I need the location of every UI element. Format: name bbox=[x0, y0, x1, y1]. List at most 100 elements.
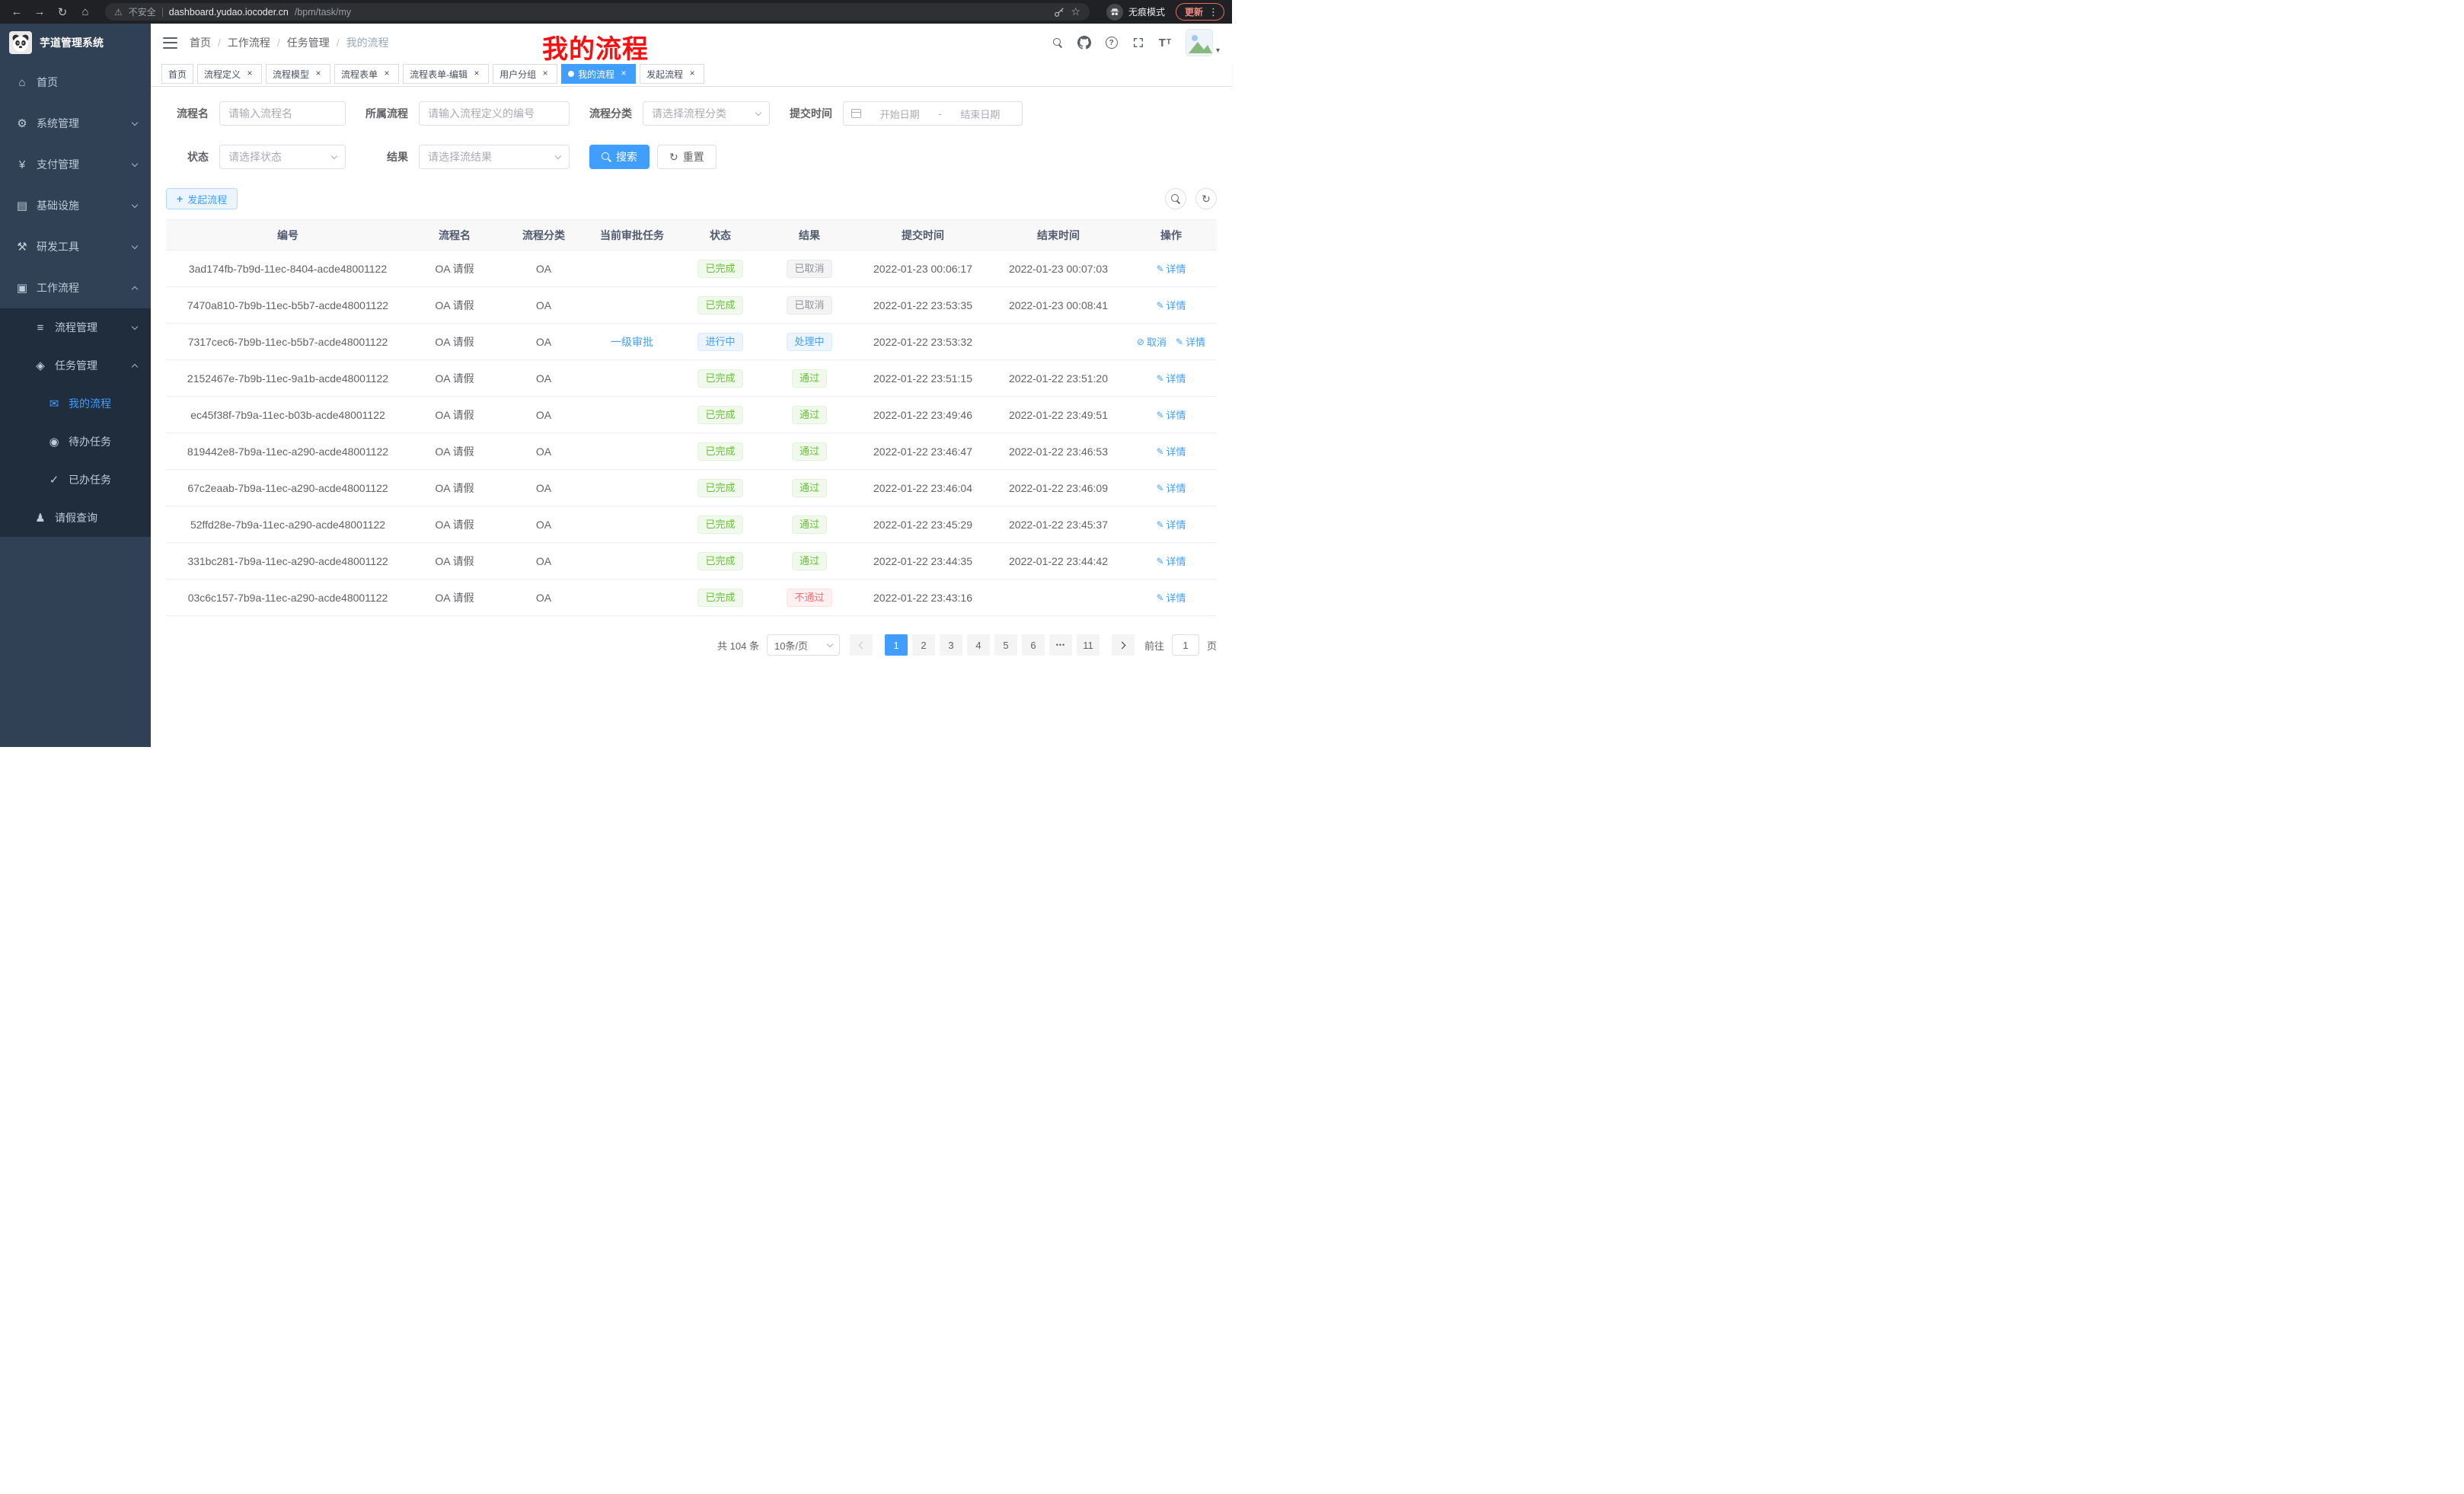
tab-label: 流程模型 bbox=[273, 68, 309, 81]
breadcrumb-item[interactable]: 首页 bbox=[190, 35, 211, 50]
row-detail-button[interactable]: ✎详情 bbox=[1156, 480, 1186, 495]
tab-1[interactable]: 流程定义× bbox=[197, 64, 262, 84]
sidebar-item-payment-mgmt[interactable]: ¥支付管理 bbox=[0, 144, 151, 185]
page-size-select[interactable]: 10条/页 bbox=[767, 634, 840, 656]
tab-2[interactable]: 流程模型 × bbox=[266, 64, 330, 84]
row-detail-button[interactable]: ✎详情 bbox=[1156, 554, 1186, 568]
breadcrumb-item[interactable]: 工作流程 bbox=[228, 35, 270, 50]
cell-submit-time: 2022-01-22 23:45:29 bbox=[854, 506, 991, 543]
pager-page-button[interactable]: 3 bbox=[940, 634, 962, 656]
user-avatar[interactable]: ▾ bbox=[1186, 29, 1220, 56]
browser-forward-icon[interactable]: → bbox=[30, 5, 49, 18]
pager-page-button[interactable]: 1 bbox=[885, 634, 908, 656]
create-process-button[interactable]: + 发起流程 bbox=[166, 188, 238, 209]
sidebar-item-label: 待办任务 bbox=[69, 434, 137, 449]
cell-process-name: OA 请假 bbox=[410, 251, 500, 287]
process-definition-input[interactable] bbox=[419, 101, 570, 126]
row-detail-button[interactable]: ✎详情 bbox=[1156, 298, 1186, 312]
status-select[interactable]: 请选择状态 bbox=[219, 145, 346, 169]
cell-category: OA bbox=[500, 397, 588, 433]
cell-id: 52ffd28e-7b9a-11ec-a290-acde48001122 bbox=[166, 506, 410, 543]
pager-page-button[interactable]: 11 bbox=[1077, 634, 1100, 656]
cell-current-task bbox=[588, 470, 676, 506]
browser-back-icon[interactable]: ← bbox=[8, 5, 26, 18]
current-task-link[interactable]: 一级审批 bbox=[611, 336, 653, 348]
search-button[interactable]: 搜索 bbox=[589, 145, 650, 169]
pager-next-button[interactable] bbox=[1112, 634, 1135, 656]
address-bar[interactable]: ⚠ 不安全 dashboard.yudao.iocoder.cn/bpm/tas… bbox=[105, 3, 1090, 21]
tab-3[interactable]: 流程表单× bbox=[334, 64, 399, 84]
pager-page-button[interactable]: 6 bbox=[1022, 634, 1045, 656]
cell-result: 通过 bbox=[764, 543, 854, 579]
result-select[interactable]: 请选择流结果 bbox=[419, 145, 570, 169]
logo-image bbox=[9, 31, 32, 54]
tab-close-icon[interactable]: × bbox=[540, 69, 551, 79]
sidebar-item-dev-tools[interactable]: ⚒研发工具 bbox=[0, 226, 151, 267]
browser-update-button[interactable]: 更新 ⋮ bbox=[1176, 3, 1224, 21]
help-icon[interactable]: ? bbox=[1106, 37, 1118, 49]
pager-page-button[interactable]: 5 bbox=[994, 634, 1017, 656]
cell-process-name: OA 请假 bbox=[410, 433, 500, 470]
header-search-icon[interactable] bbox=[1053, 38, 1063, 48]
cell-result: 通过 bbox=[764, 433, 854, 470]
sidebar-item-process-mgmt[interactable]: ≡流程管理 bbox=[0, 308, 151, 346]
sidebar-item-workflow[interactable]: ▣工作流程 bbox=[0, 267, 151, 308]
tab-0[interactable]: 首页 bbox=[161, 64, 193, 84]
tab-close-icon[interactable]: × bbox=[471, 69, 482, 79]
font-size-icon[interactable]: TT bbox=[1159, 37, 1171, 49]
submit-time-range-picker[interactable]: 开始日期 - 结束日期 bbox=[843, 101, 1023, 126]
bookmark-star-icon[interactable]: ☆ bbox=[1071, 5, 1080, 18]
tab-close-icon[interactable]: × bbox=[381, 69, 392, 79]
process-name-input[interactable] bbox=[219, 101, 346, 126]
tab-close-icon[interactable]: × bbox=[687, 69, 697, 79]
app-logo[interactable]: 芋道管理系统 bbox=[0, 24, 151, 62]
edit-icon: ✎ bbox=[1156, 373, 1163, 384]
reset-button[interactable]: ↻ 重置 bbox=[657, 145, 717, 169]
tab-close-icon[interactable]: × bbox=[244, 69, 255, 79]
sidebar-item-task-mgmt[interactable]: ◈任务管理 bbox=[0, 346, 151, 385]
row-detail-button[interactable]: ✎详情 bbox=[1176, 334, 1205, 349]
tab-4[interactable]: 流程表单-编辑× bbox=[403, 64, 489, 84]
cell-submit-time: 2022-01-22 23:46:47 bbox=[854, 433, 991, 470]
sidebar-item-leave-query[interactable]: ♟请假查询 bbox=[0, 499, 151, 537]
browser-home-icon[interactable]: ⌂ bbox=[76, 5, 94, 18]
cell-current-task bbox=[588, 360, 676, 397]
pager-prev-button[interactable] bbox=[850, 634, 873, 656]
fullscreen-icon[interactable] bbox=[1132, 37, 1144, 49]
browser-menu-icon[interactable]: ⋮ bbox=[1208, 6, 1218, 18]
browser-reload-icon[interactable]: ↻ bbox=[53, 5, 72, 19]
sidebar-item-system-mgmt[interactable]: ⚙系统管理 bbox=[0, 103, 151, 144]
row-detail-button[interactable]: ✎详情 bbox=[1156, 407, 1186, 422]
cell-result: 通过 bbox=[764, 360, 854, 397]
sidebar-item-done-tasks[interactable]: ✓已办任务 bbox=[0, 461, 151, 499]
tab-close-icon[interactable]: × bbox=[313, 69, 324, 79]
refresh-table-button[interactable]: ↻ bbox=[1195, 188, 1217, 209]
sidebar-toggle-button[interactable] bbox=[163, 37, 177, 49]
tab-6[interactable]: 我的流程× bbox=[561, 64, 636, 84]
row-detail-button[interactable]: ✎详情 bbox=[1156, 444, 1186, 458]
password-key-icon[interactable] bbox=[1054, 7, 1064, 18]
sidebar-item-todo-tasks[interactable]: ◉待办任务 bbox=[0, 423, 151, 461]
cell-category: OA bbox=[500, 433, 588, 470]
pager-page-button[interactable]: 4 bbox=[967, 634, 990, 656]
row-detail-button[interactable]: ✎详情 bbox=[1156, 371, 1186, 385]
sidebar-item-infrastructure[interactable]: ▤基础设施 bbox=[0, 185, 151, 226]
breadcrumb-item[interactable]: 任务管理 bbox=[287, 35, 330, 50]
tab-7[interactable]: 发起流程× bbox=[640, 64, 704, 84]
toggle-search-button[interactable] bbox=[1165, 188, 1186, 209]
github-icon[interactable] bbox=[1077, 36, 1091, 49]
pager-page-button[interactable]: 2 bbox=[912, 634, 935, 656]
sidebar-item-home[interactable]: ⌂首页 bbox=[0, 62, 151, 103]
row-detail-button[interactable]: ✎详情 bbox=[1156, 261, 1186, 276]
row-detail-button[interactable]: ✎详情 bbox=[1156, 517, 1186, 532]
tab-5[interactable]: 用户分组× bbox=[493, 64, 557, 84]
goto-page-input[interactable] bbox=[1172, 634, 1199, 656]
tab-close-icon[interactable]: × bbox=[618, 69, 629, 79]
category-select[interactable]: 请选择流程分类 bbox=[643, 101, 770, 126]
app-title: 芋道管理系统 bbox=[40, 35, 104, 50]
row-detail-button[interactable]: ✎详情 bbox=[1156, 590, 1186, 605]
row-cancel-button[interactable]: ⊘取消 bbox=[1137, 334, 1167, 349]
category-label: 流程分类 bbox=[589, 106, 632, 121]
pager-more-button[interactable]: ••• bbox=[1049, 634, 1072, 656]
sidebar-item-my-process[interactable]: ✉我的流程 bbox=[0, 385, 151, 423]
